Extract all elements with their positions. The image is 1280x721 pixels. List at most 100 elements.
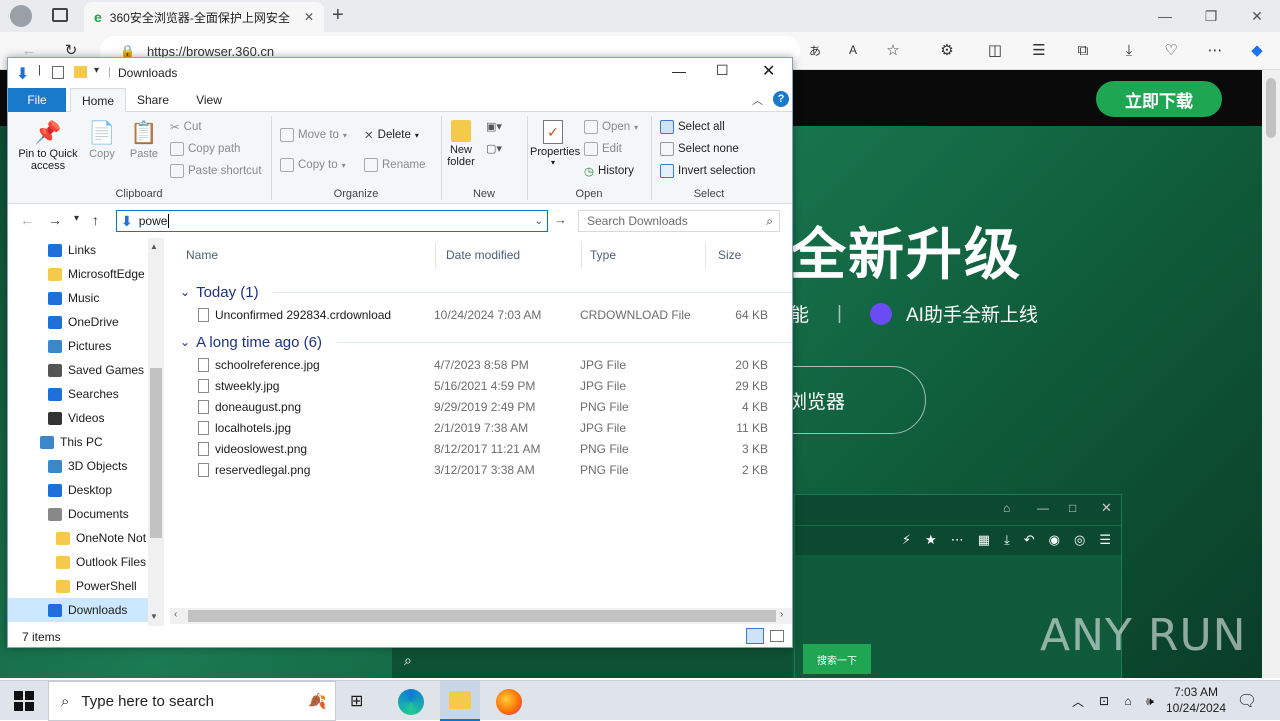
open-button[interactable]: Open ▾ (584, 120, 638, 134)
scroll-thumb[interactable] (1266, 78, 1276, 138)
select-all-button[interactable]: Select all (660, 120, 725, 134)
recent-locations-icon[interactable]: ▾ (74, 213, 79, 224)
copilot-icon[interactable]: ◆ (1246, 39, 1268, 61)
nav-item-microsoftedge[interactable]: MicrosoftEdge (8, 262, 164, 286)
delete-button[interactable]: ✕ Delete ▾ (364, 128, 419, 142)
horizontal-scrollbar[interactable]: ‹ › (170, 608, 792, 624)
help-icon[interactable]: ? (773, 91, 789, 107)
translate-icon[interactable]: あ (804, 39, 826, 61)
new-tab-button[interactable]: + (332, 4, 344, 27)
taskbar-search[interactable]: ⌕ Type here to search 🍂 (48, 681, 336, 721)
favorites-icon[interactable]: ☰ (1028, 39, 1050, 61)
show-hidden-icons[interactable]: ︿ (1068, 681, 1088, 721)
search-downloads-input[interactable]: Search Downloads ⌕ (578, 210, 780, 232)
network-icon[interactable]: ⊡ (1094, 681, 1114, 721)
minimize-button[interactable]: — (1142, 4, 1188, 28)
favorite-star-icon[interactable]: ☆ (882, 39, 904, 61)
hscroll-thumb[interactable] (188, 610, 776, 622)
scroll-right-icon[interactable]: › (780, 609, 783, 620)
close-tab-icon[interactable]: ✕ (304, 10, 314, 24)
download-now-button[interactable]: 立即下载 (1096, 81, 1222, 117)
tab-view[interactable]: View (184, 88, 234, 112)
profile-avatar[interactable] (10, 5, 32, 27)
web-search-button[interactable]: 搜索一下 (803, 644, 871, 674)
firefox-taskbar-icon[interactable] (496, 689, 522, 715)
tab-share[interactable]: Share (128, 88, 178, 112)
nav-item-outlook-files[interactable]: Outlook Files (8, 550, 164, 574)
copy-button[interactable]: 📄 Copy (86, 120, 118, 160)
file-row[interactable]: reservedlegal.png 3/12/2017 3:38 AM PNG Fi… (180, 459, 792, 480)
group-collapse-icon[interactable]: ⌄ (180, 335, 190, 349)
history-button[interactable]: ◷ History (584, 164, 634, 178)
paste-button[interactable]: 📋 Paste (126, 120, 162, 160)
nav-item-desktop[interactable]: Desktop (8, 478, 164, 502)
collections-icon[interactable]: ⧉ (1072, 39, 1094, 61)
split-screen-icon[interactable]: ◫ (984, 39, 1006, 61)
web-search-bar[interactable]: ⌕ (392, 646, 792, 678)
edge-taskbar-icon[interactable] (398, 689, 424, 715)
group-collapse-icon[interactable]: ⌄ (180, 285, 190, 299)
nav-item-downloads[interactable]: Downloads (8, 598, 148, 622)
select-none-button[interactable]: Select none (660, 142, 739, 156)
downloads-icon[interactable]: ⤓ (1118, 39, 1140, 61)
properties-qa-icon[interactable] (52, 66, 64, 79)
tab-file[interactable]: File (8, 88, 66, 112)
close-button[interactable]: ✕ (1234, 4, 1280, 28)
nav-item-3d-objects[interactable]: 3D Objects (8, 454, 164, 478)
address-input[interactable]: ⬇ powe ⌄ (116, 210, 548, 232)
file-row[interactable]: stweekly.jpg 5/16/2021 4:59 PM JPG File 29 … (180, 375, 792, 396)
address-dropdown-icon[interactable]: ⌄ (535, 216, 543, 227)
nav-scroll-up-icon[interactable]: ▲ (150, 242, 158, 251)
new-folder-qa-icon[interactable] (74, 66, 87, 78)
tab-actions-icon[interactable] (52, 8, 68, 22)
file-row[interactable]: doneaugust.png 9/29/2019 2:49 PM PNG File 4… (180, 396, 792, 417)
start-button[interactable] (14, 691, 34, 711)
qa-dropdown-icon[interactable]: ▾ (94, 65, 99, 76)
page-scrollbar[interactable] (1262, 70, 1280, 678)
column-size[interactable]: Size (718, 242, 788, 268)
forward-arrow-icon[interactable]: → (48, 212, 62, 228)
nav-scroll-down-icon[interactable]: ▼ (150, 612, 158, 621)
details-view-icon[interactable] (746, 628, 764, 644)
move-to-button[interactable]: Move to ▾ (280, 128, 347, 142)
group-header[interactable]: ⌄ Today (1) (180, 280, 792, 304)
nav-item-saved-games[interactable]: Saved Games (8, 358, 164, 382)
cut-button[interactable]: ✂ Cut (170, 120, 202, 134)
file-row[interactable]: schoolreference.jpg 4/7/2023 8:58 PM JPG F… (180, 354, 792, 375)
wifi-icon[interactable]: ⌂ (1118, 681, 1138, 721)
large-icons-view-icon[interactable] (770, 630, 784, 642)
column-name[interactable]: Name (186, 242, 436, 268)
nav-item-this-pc[interactable]: This PC (8, 430, 164, 454)
paste-shortcut-button[interactable]: Paste shortcut (170, 164, 262, 178)
invert-selection-button[interactable]: Invert selection (660, 164, 755, 178)
easy-access-button[interactable]: ▢▾ (486, 142, 502, 155)
copy-to-button[interactable]: Copy to ▾ (280, 158, 346, 172)
nav-item-onenote-not[interactable]: OneNote Not (8, 526, 164, 550)
nav-item-links[interactable]: Links (8, 238, 164, 262)
rename-button[interactable]: Rename (364, 158, 425, 172)
nav-item-pictures[interactable]: Pictures (8, 334, 164, 358)
more-menu-icon[interactable]: ⋯ (1204, 39, 1226, 61)
clock[interactable]: 7:03 AM 10/24/2024 (1164, 684, 1228, 716)
performance-icon[interactable]: ♡ (1160, 39, 1182, 61)
copy-path-button[interactable]: Copy path (170, 142, 240, 156)
notifications-icon[interactable]: 🗨 (1236, 681, 1258, 721)
task-view-icon[interactable]: ⊞ (350, 691, 363, 711)
nav-item-onedrive[interactable]: OneDrive (8, 310, 164, 334)
restore-button[interactable]: ❐ (1188, 4, 1234, 28)
group-header[interactable]: ⌄ A long time ago (6) (180, 330, 792, 354)
nav-item-searches[interactable]: Searches (8, 382, 164, 406)
extensions-icon[interactable]: ⚙ (936, 39, 958, 61)
file-row[interactable]: Unconfirmed 292834.crdownload 10/24/2024 … (180, 304, 792, 325)
ex-minimize-button[interactable]: — (672, 63, 686, 79)
new-folder-button[interactable]: New folder (444, 120, 478, 168)
column-date-modified[interactable]: Date modified (446, 242, 582, 268)
nav-scrollbar[interactable]: ▲ ▼ (148, 238, 164, 626)
explorer-taskbar-button[interactable] (440, 681, 480, 721)
collapse-ribbon-icon[interactable]: ︿ (752, 92, 763, 108)
read-aloud-icon[interactable]: A (842, 39, 864, 61)
column-type[interactable]: Type (590, 242, 706, 268)
go-arrow-icon[interactable]: → (554, 212, 567, 227)
edit-button[interactable]: Edit (584, 142, 622, 156)
pin-quick-access-button[interactable]: 📌 Pin to Quick access (14, 120, 82, 172)
